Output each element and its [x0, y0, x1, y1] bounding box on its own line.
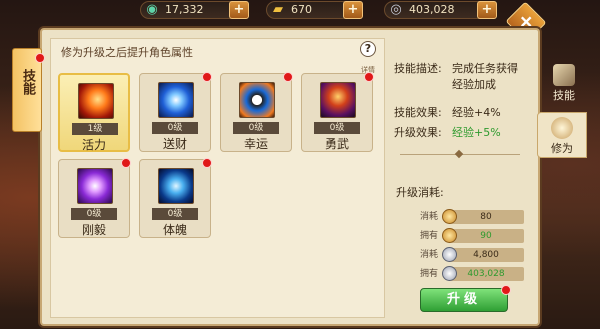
vitality-phoenix-icon [78, 83, 114, 119]
skill-card-fortitude[interactable]: 0级 刚毅 [58, 158, 131, 238]
description-line-2: 经验加成 [452, 78, 496, 91]
notification-dot [35, 53, 45, 63]
tab-cultivation[interactable]: 修为 [537, 112, 587, 158]
description-label: 技能描述: [394, 62, 442, 75]
cost-title: 升级消耗: [396, 186, 444, 199]
description-line-1: 完成任务获得 [452, 62, 518, 75]
owned-value: 90 [448, 229, 524, 243]
tab-label: 修为 [551, 142, 573, 155]
skill-card-luck[interactable]: 0级 幸运 [220, 72, 293, 152]
cultivation-panel: 修为升级之后提升角色属性 ? 详情 1级 活力 0级 送财 0级 幸运 0级 勇… [40, 28, 540, 326]
add-gold-button[interactable]: + [343, 1, 363, 19]
notification-dot [364, 72, 374, 82]
cost-label: 消耗 [420, 250, 439, 260]
silver-coin-icon [442, 266, 457, 281]
effect-value: 经验+4% [452, 106, 501, 119]
left-tab-label: 技能 [20, 69, 35, 95]
skill-level: 0级 [152, 122, 198, 134]
left-tab-skill[interactable]: 技能 [12, 48, 45, 132]
add-silver-button[interactable]: + [477, 1, 497, 19]
cost-row: 消耗 80 [420, 209, 524, 224]
skill-level: 1级 [72, 123, 118, 135]
jade-counter: ◉ 17,332 + [140, 1, 249, 19]
skill-card-physique[interactable]: 0级 体魄 [139, 158, 212, 238]
tab-skill[interactable]: 技能 [541, 60, 587, 106]
luck-yinyang-icon [239, 82, 275, 118]
help-icon: ? [360, 41, 376, 57]
cost-label: 拥有 [420, 231, 439, 241]
silver-coin-icon [442, 247, 457, 262]
notification-dot [202, 158, 212, 168]
skill-name: 刚毅 [81, 223, 106, 237]
physique-aura-icon [158, 168, 194, 204]
notification-dot [501, 285, 511, 295]
notification-dot [283, 72, 293, 82]
upgrade-button-label: 升级 [446, 292, 481, 307]
skill-name: 勇武 [324, 137, 349, 151]
silver-amount: 403,028 [409, 3, 455, 16]
notification-dot [202, 72, 212, 82]
silver-counter: ◎ 403,028 + [384, 1, 497, 19]
upgrade-button[interactable]: 升级 [420, 285, 511, 312]
skill-card-valor[interactable]: 0级 勇武 [301, 72, 374, 152]
skill-level: 0级 [71, 208, 117, 220]
skill-card-wealth[interactable]: 0级 送财 [139, 72, 212, 152]
skill-level: 0级 [233, 122, 279, 134]
skill-detail-area: 技能描述: 完成任务获得 经验加成 技能效果: 经验+4% 升级效果: 经验+5… [390, 38, 535, 318]
section-divider [400, 154, 520, 155]
help-button[interactable]: ? 详情 [356, 41, 380, 74]
cost-value: 4,800 [448, 248, 524, 262]
cultivation-icon [551, 117, 573, 139]
cost-value: 80 [448, 210, 524, 224]
skill-name: 活力 [81, 138, 106, 152]
skill-book-icon [553, 64, 575, 86]
skill-grid-area: 修为升级之后提升角色属性 ? 详情 1级 活力 0级 送财 0级 幸运 0级 勇… [50, 38, 385, 318]
cost-row: 拥有 403,028 [420, 266, 524, 281]
panel-hint: 修为升级之后提升角色属性 [61, 46, 193, 59]
valor-warrior-icon [320, 82, 356, 118]
skill-name: 体魄 [162, 223, 187, 237]
gold-coin-icon [442, 228, 457, 243]
resource-bar: ◉ 17,332 + ▰ 670 + ◎ 403,028 + [140, 0, 510, 22]
upgrade-effect-value: 经验+5% [452, 126, 501, 139]
tab-label: 技能 [553, 89, 575, 102]
skill-name: 送财 [162, 137, 187, 151]
skill-name: 幸运 [243, 137, 268, 151]
skill-level: 0级 [152, 208, 198, 220]
upgrade-effect-label: 升级效果: [394, 126, 442, 139]
wealth-emblem-icon [158, 82, 194, 118]
gold-ingot-icon: ▰ [273, 2, 283, 17]
effect-label: 技能效果: [394, 106, 442, 119]
skill-level: 0级 [314, 122, 360, 134]
fortitude-meditation-icon [77, 168, 113, 204]
cost-row: 拥有 90 [420, 228, 524, 243]
gold-amount: 670 [291, 3, 312, 16]
jade-amount: 17,332 [165, 3, 204, 16]
cost-label: 消耗 [420, 212, 439, 222]
gold-coin-icon [442, 209, 457, 224]
add-jade-button[interactable]: + [229, 1, 249, 19]
notification-dot [121, 158, 131, 168]
silver-coin-icon: ◎ [390, 2, 402, 17]
cost-row: 消耗 4,800 [420, 247, 524, 262]
owned-value: 403,028 [448, 267, 524, 281]
jade-currency-icon: ◉ [146, 2, 158, 17]
gold-counter: ▰ 670 + [266, 1, 363, 19]
cost-label: 拥有 [420, 269, 439, 279]
skill-card-vitality[interactable]: 1级 活力 [58, 73, 130, 152]
